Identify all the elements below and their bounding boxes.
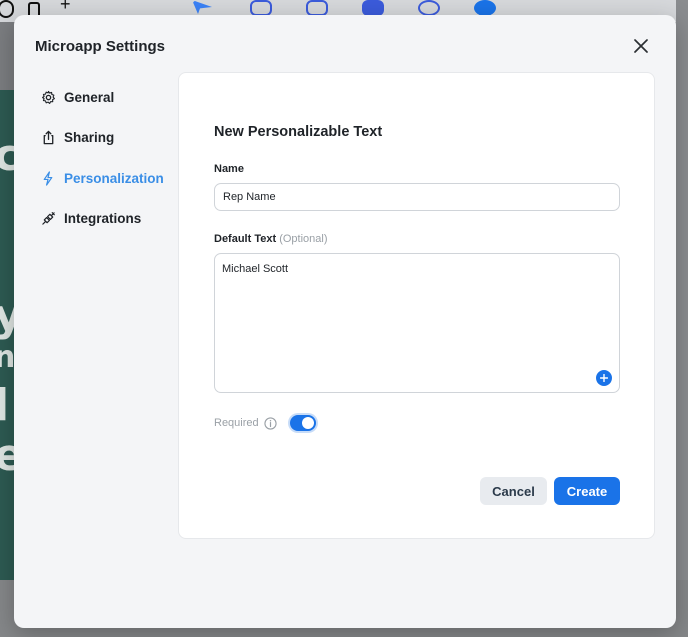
background-add-icon: + — [60, 0, 71, 14]
default-text-label-text: Default Text — [214, 233, 277, 245]
create-button[interactable]: Create — [554, 477, 620, 505]
required-row: Required — [214, 415, 316, 431]
background-tool-icon — [0, 0, 14, 18]
required-label: Required — [214, 417, 259, 429]
nav-item-sharing[interactable]: Sharing — [40, 118, 180, 159]
background-video-tool-icon — [418, 0, 440, 16]
nav-item-label: General — [64, 89, 115, 105]
close-button[interactable] — [632, 37, 650, 55]
name-label-text: Name — [214, 163, 244, 175]
info-icon[interactable] — [264, 416, 278, 430]
gear-icon — [40, 89, 56, 105]
toggle-knob — [301, 417, 314, 429]
plus-icon — [600, 374, 608, 382]
share-icon — [40, 130, 56, 146]
nav-item-personalization[interactable]: Personalization — [40, 158, 180, 199]
background-canvas: c y n l e — [0, 90, 24, 580]
close-icon — [634, 39, 648, 53]
microapp-settings-dialog: Microapp Settings General Sharing Person… — [14, 15, 676, 628]
required-toggle[interactable] — [289, 415, 316, 431]
settings-nav: General Sharing Personalization Integrat… — [40, 77, 180, 239]
name-input[interactable] — [214, 183, 620, 211]
optional-hint: (Optional) — [279, 233, 328, 245]
nav-item-integrations[interactable]: Integrations — [40, 199, 180, 240]
background-add-element-icon — [474, 0, 496, 16]
default-text-input[interactable]: Michael Scott — [214, 253, 620, 393]
nav-item-label: Personalization — [64, 170, 164, 186]
dialog-title: Microapp Settings — [35, 38, 166, 55]
background-right-edge — [676, 0, 688, 637]
nav-item-label: Integrations — [64, 211, 142, 227]
nav-item-general[interactable]: General — [40, 77, 180, 118]
background-canvas-glyph: l — [0, 380, 10, 431]
background-shape-tool-icon — [362, 0, 384, 16]
background-text-tool-icon — [250, 0, 272, 16]
cancel-button[interactable]: Cancel — [480, 477, 547, 505]
lightning-icon — [40, 170, 56, 186]
background-cursor-icon — [192, 0, 212, 14]
default-text-label: Default Text (Optional) — [214, 233, 328, 245]
personalization-panel: New Personalizable Text Name Default Tex… — [178, 72, 655, 539]
nav-item-label: Sharing — [64, 130, 115, 146]
plug-icon — [40, 211, 56, 227]
panel-title: New Personalizable Text — [214, 124, 383, 140]
add-variable-button[interactable] — [596, 370, 612, 386]
background-image-tool-icon — [306, 0, 328, 16]
name-label: Name — [214, 163, 244, 175]
